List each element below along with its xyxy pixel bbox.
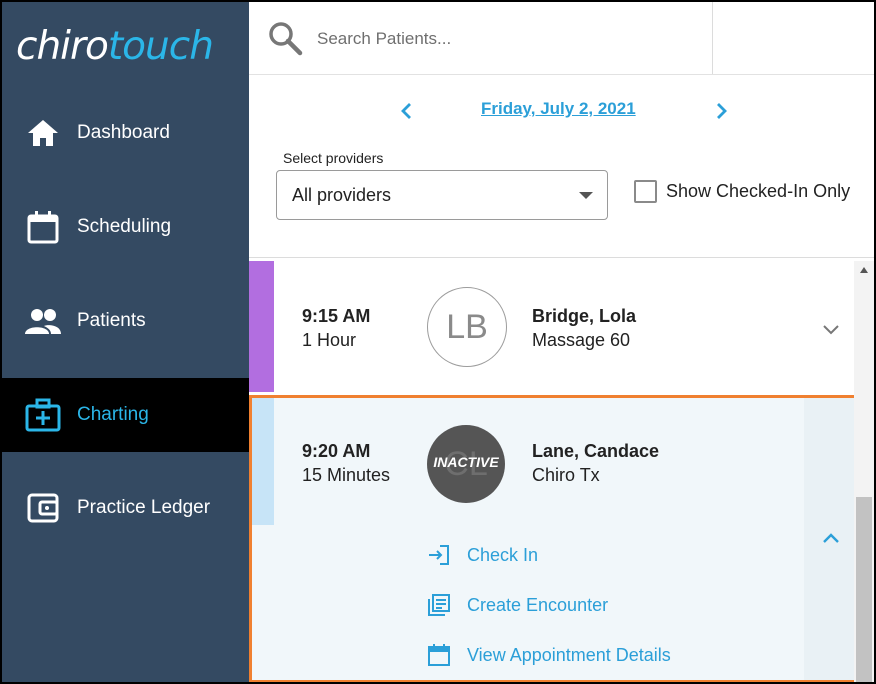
avatar-initials: LB bbox=[446, 307, 488, 346]
action-label: Create Encounter bbox=[467, 594, 609, 615]
appointment-time: 9:15 AM bbox=[302, 306, 371, 326]
scroll-up-icon[interactable] bbox=[854, 265, 874, 279]
sidebar-item-dashboard[interactable]: Dashboard bbox=[2, 96, 249, 170]
appointment-row-expanded[interactable]: 9:20 AM 15 Minutes CL INACTIVE Lane, Can… bbox=[249, 395, 854, 682]
sidebar-item-label: Dashboard bbox=[77, 122, 170, 143]
sidebar-item-charting[interactable]: Charting bbox=[2, 378, 249, 452]
search-icon[interactable] bbox=[267, 20, 303, 56]
app-window: chirotouch Dashboard Scheduling Patients… bbox=[0, 0, 876, 684]
schedule-panel: Friday, July 2, 2021 Select providers Al… bbox=[249, 2, 874, 682]
sidebar-item-label: Practice Ledger bbox=[77, 497, 211, 518]
appointment-type: Chiro Tx bbox=[532, 465, 600, 485]
action-label: View Appointment Details bbox=[467, 644, 671, 665]
divider bbox=[249, 257, 874, 258]
providers-select-value: All providers bbox=[292, 185, 392, 205]
appointment-row[interactable]: 9:15 AM 1 Hour LB Bridge, Lola Massage 6… bbox=[249, 261, 854, 392]
sidebar-item-practice-ledger[interactable]: Practice Ledger bbox=[2, 471, 249, 545]
date-navigator: Friday, July 2, 2021 bbox=[249, 95, 874, 129]
chevron-left-icon[interactable] bbox=[395, 99, 419, 123]
calendar-icon bbox=[24, 208, 62, 246]
appointment-duration: 1 Hour bbox=[302, 330, 357, 350]
patient-avatar: LB bbox=[427, 287, 507, 367]
action-label: Check In bbox=[467, 544, 539, 565]
people-icon bbox=[24, 302, 62, 340]
caret-down-icon bbox=[579, 192, 593, 199]
check-in-action[interactable]: Check In bbox=[427, 540, 538, 570]
medical-kit-icon bbox=[24, 396, 62, 434]
appointment-time: 9:20 AM bbox=[302, 441, 371, 461]
appointment-duration: 15 Minutes bbox=[302, 465, 391, 485]
scrollbar-thumb[interactable] bbox=[856, 497, 872, 682]
check-in-icon bbox=[427, 543, 451, 567]
scrollbar[interactable] bbox=[854, 261, 874, 682]
sidebar-item-label: Charting bbox=[77, 404, 149, 425]
providers-label: Select providers bbox=[283, 150, 384, 166]
chevron-right-icon[interactable] bbox=[709, 99, 733, 123]
providers-select[interactable]: All providers bbox=[276, 170, 608, 220]
search-input[interactable] bbox=[315, 23, 699, 55]
current-date-link[interactable]: Friday, July 2, 2021 bbox=[481, 99, 636, 119]
sidebar: chirotouch Dashboard Scheduling Patients… bbox=[2, 2, 249, 682]
checked-in-only-checkbox[interactable] bbox=[634, 180, 657, 203]
appointment-color-bar bbox=[249, 261, 274, 392]
encounter-icon bbox=[427, 593, 451, 617]
sidebar-item-patients[interactable]: Patients bbox=[2, 284, 249, 358]
divider bbox=[712, 2, 713, 74]
checked-in-only-label[interactable]: Show Checked-In Only bbox=[666, 181, 850, 202]
appointment-color-bar bbox=[249, 395, 274, 525]
inactive-badge: INACTIVE bbox=[433, 454, 499, 470]
chevron-up-icon[interactable] bbox=[819, 527, 843, 551]
create-encounter-action[interactable]: Create Encounter bbox=[427, 590, 608, 620]
patient-name: Lane, Candace bbox=[532, 441, 660, 461]
appointment-type: Massage 60 bbox=[532, 330, 631, 350]
view-appointment-details-action[interactable]: View Appointment Details bbox=[427, 640, 671, 670]
patient-avatar: CL INACTIVE bbox=[427, 425, 505, 503]
sidebar-item-label: Patients bbox=[77, 310, 146, 331]
home-icon bbox=[24, 114, 62, 152]
chirotouch-logo: chirotouch bbox=[16, 24, 214, 69]
sidebar-item-label: Scheduling bbox=[77, 216, 172, 237]
sidebar-item-scheduling[interactable]: Scheduling bbox=[2, 190, 249, 264]
chevron-down-icon[interactable] bbox=[819, 317, 843, 341]
calendar-icon bbox=[427, 643, 451, 667]
wallet-icon bbox=[24, 489, 62, 527]
search-bar bbox=[249, 2, 874, 75]
patient-name: Bridge, Lola bbox=[532, 306, 637, 326]
